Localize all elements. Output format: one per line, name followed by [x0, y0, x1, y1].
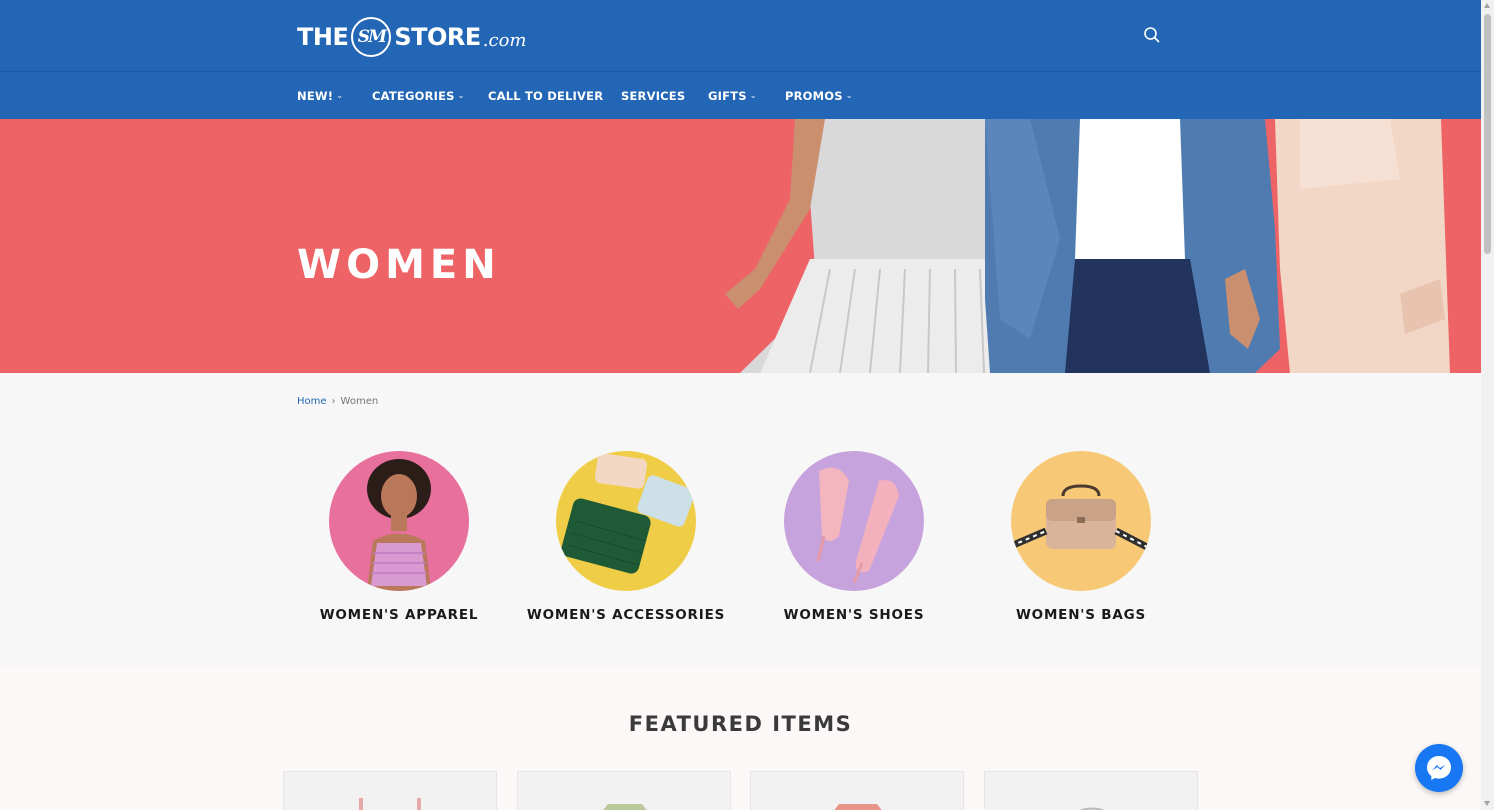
- nav-call-to-deliver[interactable]: CALL TO DELIVER: [488, 72, 603, 119]
- breadcrumb-home-link[interactable]: Home: [297, 396, 327, 407]
- breadcrumb-separator: ›: [331, 396, 336, 407]
- store-logo[interactable]: THE SM STORE .com: [297, 15, 527, 59]
- hero-banner: WOMEN: [0, 119, 1481, 373]
- nav-categories-label: CATEGORIES: [372, 88, 455, 103]
- scrollbar-thumb[interactable]: [1484, 14, 1491, 254]
- nav-categories[interactable]: CATEGORIES ⌄: [372, 72, 465, 119]
- nav-gifts[interactable]: GIFTS ⌄: [708, 72, 757, 119]
- product-card[interactable]: [283, 771, 497, 810]
- logo-sm-seal: SM: [351, 17, 392, 57]
- hero-models-image: [725, 119, 1481, 373]
- chevron-down-icon: ⌄: [457, 91, 465, 100]
- messenger-icon: [1427, 756, 1451, 780]
- chevron-down-icon: ⌄: [845, 91, 853, 100]
- category-womens-shoes[interactable]: WOMEN'S SHOES: [744, 451, 964, 623]
- category-shoes-image: [784, 451, 924, 591]
- product-card[interactable]: [750, 771, 964, 810]
- category-bags-label: WOMEN'S BAGS: [1015, 607, 1147, 623]
- breadcrumb: Home › Women: [297, 396, 378, 407]
- nav-new-label: NEW!: [297, 88, 334, 103]
- chevron-down-icon: ⌄: [749, 91, 757, 100]
- category-womens-accessories[interactable]: WOMEN'S ACCESSORIES: [516, 451, 736, 623]
- category-apparel-image: [329, 451, 469, 591]
- product-card[interactable]: [984, 771, 1198, 810]
- main-nav: NEW! ⌄ CATEGORIES ⌄ CALL TO DELIVER SERV…: [0, 72, 1481, 119]
- nav-promos[interactable]: PROMOS ⌄: [785, 72, 853, 119]
- category-shoes-label: WOMEN'S SHOES: [783, 607, 925, 623]
- category-bags-image: [1011, 451, 1151, 591]
- category-womens-apparel[interactable]: WOMEN'S APPAREL: [289, 451, 509, 623]
- nav-services[interactable]: SERVICES: [621, 72, 685, 119]
- breadcrumb-current: Women: [340, 396, 379, 407]
- featured-section: FEATURED ITEMS: [0, 668, 1481, 810]
- hero-title: WOMEN: [297, 242, 501, 288]
- category-womens-bags[interactable]: WOMEN'S BAGS: [971, 451, 1191, 623]
- nav-new[interactable]: NEW! ⌄: [297, 72, 343, 119]
- messenger-chat-button[interactable]: [1415, 744, 1463, 792]
- page-scrollbar[interactable]: [1481, 0, 1494, 810]
- category-accessories-image: [556, 451, 696, 591]
- site-header: THE SM STORE .com: [0, 0, 1481, 72]
- nav-services-label: SERVICES: [621, 88, 686, 103]
- logo-the: THE: [297, 23, 349, 51]
- logo-dotcom: .com: [482, 29, 527, 51]
- nav-promos-label: PROMOS: [785, 88, 843, 103]
- product-card[interactable]: [517, 771, 731, 810]
- featured-title: FEATURED ITEMS: [628, 712, 853, 736]
- category-apparel-label: WOMEN'S APPAREL: [319, 607, 479, 623]
- scroll-up-icon[interactable]: [1484, 3, 1490, 8]
- logo-store: STORE: [394, 23, 481, 51]
- category-accessories-label: WOMEN'S ACCESSORIES: [526, 607, 726, 623]
- scroll-down-icon[interactable]: [1484, 801, 1490, 806]
- nav-call-to-deliver-label: CALL TO DELIVER: [488, 88, 604, 103]
- search-icon[interactable]: [1142, 25, 1162, 45]
- chevron-down-icon: ⌄: [336, 91, 344, 100]
- nav-gifts-label: GIFTS: [708, 88, 747, 103]
